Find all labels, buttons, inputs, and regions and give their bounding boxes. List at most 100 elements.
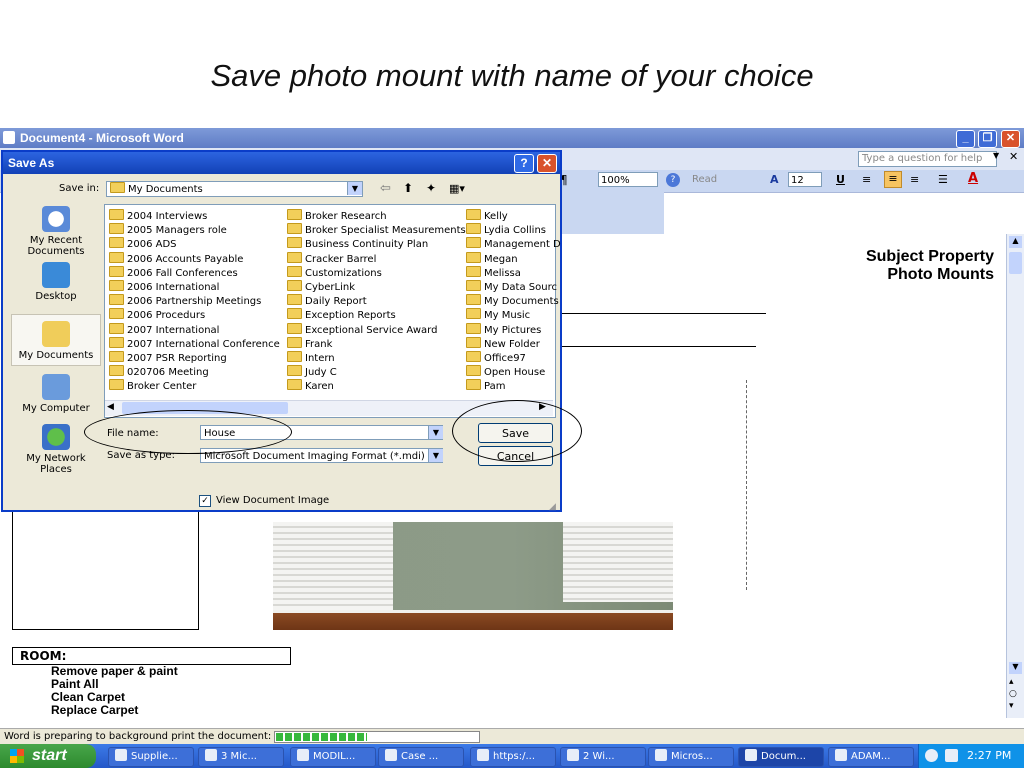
file-list-item[interactable]: Cracker Barrel	[287, 251, 466, 266]
file-list-item[interactable]: My Data Sourc	[466, 279, 561, 294]
file-list-item[interactable]: CyberLink	[287, 279, 466, 294]
file-name: My Pictures	[484, 324, 542, 336]
font-color-icon[interactable]: A	[968, 171, 978, 186]
taskbar-button[interactable]: Docum...	[738, 747, 824, 767]
file-list-item[interactable]: Open House	[466, 365, 561, 379]
file-list-item[interactable]: 2004 Interviews	[109, 209, 280, 223]
clock[interactable]: 2:27 PM	[967, 749, 1011, 762]
place-recent[interactable]: My Recent Documents	[11, 206, 101, 257]
file-list-item[interactable]: 2007 International Conference	[109, 336, 280, 351]
list-icon[interactable]: ☰	[938, 173, 948, 186]
taskbar-button[interactable]: 2 Wi...	[560, 747, 646, 767]
taskbar-button[interactable]: 3 Mic...	[198, 747, 284, 767]
tray-arrow-icon[interactable]	[925, 749, 938, 762]
folder-icon	[466, 379, 481, 391]
restore-icon[interactable]: ❐	[978, 130, 997, 148]
vertical-scrollbar[interactable]: ▲ ▼	[1006, 234, 1024, 718]
help-dropdown-icon[interactable]: ▼	[993, 151, 1003, 165]
styles-icon[interactable]: A	[770, 173, 779, 186]
file-list-item[interactable]: New Folder	[466, 336, 561, 351]
dialog-help-icon[interactable]: ?	[514, 154, 534, 173]
file-list-item[interactable]: Megan	[466, 251, 561, 266]
taskbar-button[interactable]: https:/...	[470, 747, 556, 767]
view-document-image-checkbox[interactable]: ✓	[199, 495, 211, 507]
file-list-item[interactable]: Business Continuity Plan	[287, 237, 466, 251]
zoom-select[interactable]: 100%	[598, 172, 658, 187]
new-folder-icon[interactable]: ✦	[426, 181, 436, 195]
resize-grip-icon[interactable]: ◢	[549, 502, 556, 512]
scroll-up-icon[interactable]: ▲	[1009, 236, 1022, 248]
file-list-item[interactable]: 020706 Meeting	[109, 365, 280, 379]
place-my-computer[interactable]: My Computer	[11, 374, 101, 414]
align-left-icon[interactable]: ≡	[862, 173, 871, 186]
close-doc-icon[interactable]: ✕	[1009, 150, 1018, 163]
file-name-dropdown-icon[interactable]: ▼	[428, 426, 443, 439]
help-search-input[interactable]: Type a question for help	[858, 151, 997, 167]
file-list-item[interactable]: 2006 Accounts Payable	[109, 251, 280, 266]
task-app-icon	[477, 749, 489, 761]
back-icon[interactable]: ⇦	[380, 181, 391, 196]
file-list-item[interactable]: Office97	[466, 350, 561, 365]
read-button[interactable]: Read	[692, 174, 717, 185]
network-icon[interactable]	[945, 749, 958, 762]
file-list-item[interactable]: 2005 Managers role	[109, 223, 280, 237]
up-folder-icon[interactable]: ⬆	[403, 181, 413, 195]
file-list-item[interactable]: Daily Report	[287, 294, 466, 308]
file-list-item[interactable]: 2007 PSR Reporting	[109, 350, 280, 365]
file-list-item[interactable]: Management D	[466, 237, 561, 251]
underline-icon[interactable]: U	[836, 173, 845, 186]
minimize-icon[interactable]: _	[956, 130, 975, 148]
dialog-titlebar[interactable]: Save As ? ✕	[3, 152, 560, 174]
file-list-item[interactable]: 2006 Fall Conferences	[109, 265, 280, 280]
file-list-item[interactable]: 2006 Procedurs	[109, 308, 280, 322]
file-list-item[interactable]: My Documents	[466, 294, 561, 308]
file-list-item[interactable]: 2006 ADS	[109, 237, 280, 251]
file-list-item[interactable]: Karen	[287, 379, 466, 393]
file-list-item[interactable]: My Music	[466, 308, 561, 322]
place-label: My Recent Documents	[27, 235, 85, 257]
chevron-down-icon[interactable]: ▼	[347, 182, 362, 195]
file-list-item[interactable]: Broker Research	[287, 209, 466, 223]
file-list-item[interactable]: 2006 Partnership Meetings	[109, 294, 280, 308]
folder-icon	[109, 308, 124, 320]
file-list-item[interactable]: Frank	[287, 336, 466, 351]
scroll-down-icon[interactable]: ▼	[1009, 662, 1022, 674]
align-right-icon[interactable]: ≡	[910, 173, 919, 186]
file-list-item[interactable]: Lydia Collins	[466, 223, 561, 237]
file-list-item[interactable]: Broker Specialist Measurements	[287, 223, 466, 237]
file-list-item[interactable]: 2007 International	[109, 322, 280, 337]
dialog-close-icon[interactable]: ✕	[537, 154, 557, 173]
align-center-icon[interactable]: ≡	[884, 171, 902, 188]
save-as-type-dropdown-icon[interactable]: ▼	[428, 449, 443, 462]
scroll-left-icon[interactable]: ◀	[107, 402, 114, 412]
help-icon[interactable]: ?	[666, 173, 680, 187]
scroll-thumb[interactable]	[1009, 252, 1022, 274]
taskbar-button[interactable]: Supplie...	[108, 747, 194, 767]
file-list-item[interactable]: Customizations	[287, 265, 466, 280]
close-icon[interactable]: ✕	[1001, 130, 1020, 148]
taskbar-button[interactable]: Case ...	[378, 747, 464, 767]
file-list-item[interactable]: Kelly	[466, 209, 561, 223]
start-button[interactable]: start	[0, 744, 96, 768]
font-size-select[interactable]: 12	[788, 172, 822, 187]
taskbar-button[interactable]: MODIL...	[290, 747, 376, 767]
views-menu-icon[interactable]: ▦▾	[449, 182, 465, 195]
file-list-item[interactable]: My Pictures	[466, 322, 561, 337]
network-places-icon	[42, 424, 70, 450]
file-list-item[interactable]: Melissa	[466, 265, 561, 280]
place-desktop[interactable]: Desktop	[11, 262, 101, 302]
taskbar-button[interactable]: ADAM...	[828, 747, 914, 767]
file-list-item[interactable]: Judy C	[287, 365, 466, 379]
file-list-item[interactable]: Exception Reports	[287, 308, 466, 322]
place-my-documents[interactable]: My Documents	[11, 314, 101, 366]
file-list-item[interactable]: Broker Center	[109, 379, 280, 393]
file-list-item[interactable]: Exceptional Service Award	[287, 322, 466, 337]
taskbar-button[interactable]: Micros...	[648, 747, 734, 767]
word-titlebar[interactable]: Document4 - Microsoft Word _ ❐ ✕	[0, 128, 1024, 148]
folder-icon	[287, 350, 302, 362]
file-list-item[interactable]: Intern	[287, 350, 466, 365]
save-in-select[interactable]: My Documents ▼	[106, 181, 363, 197]
file-list-item[interactable]: 2006 International	[109, 279, 280, 294]
browse-object-icons[interactable]: ▴ ○ ▾	[1009, 676, 1017, 712]
file-list-item[interactable]: Pam	[466, 379, 561, 393]
